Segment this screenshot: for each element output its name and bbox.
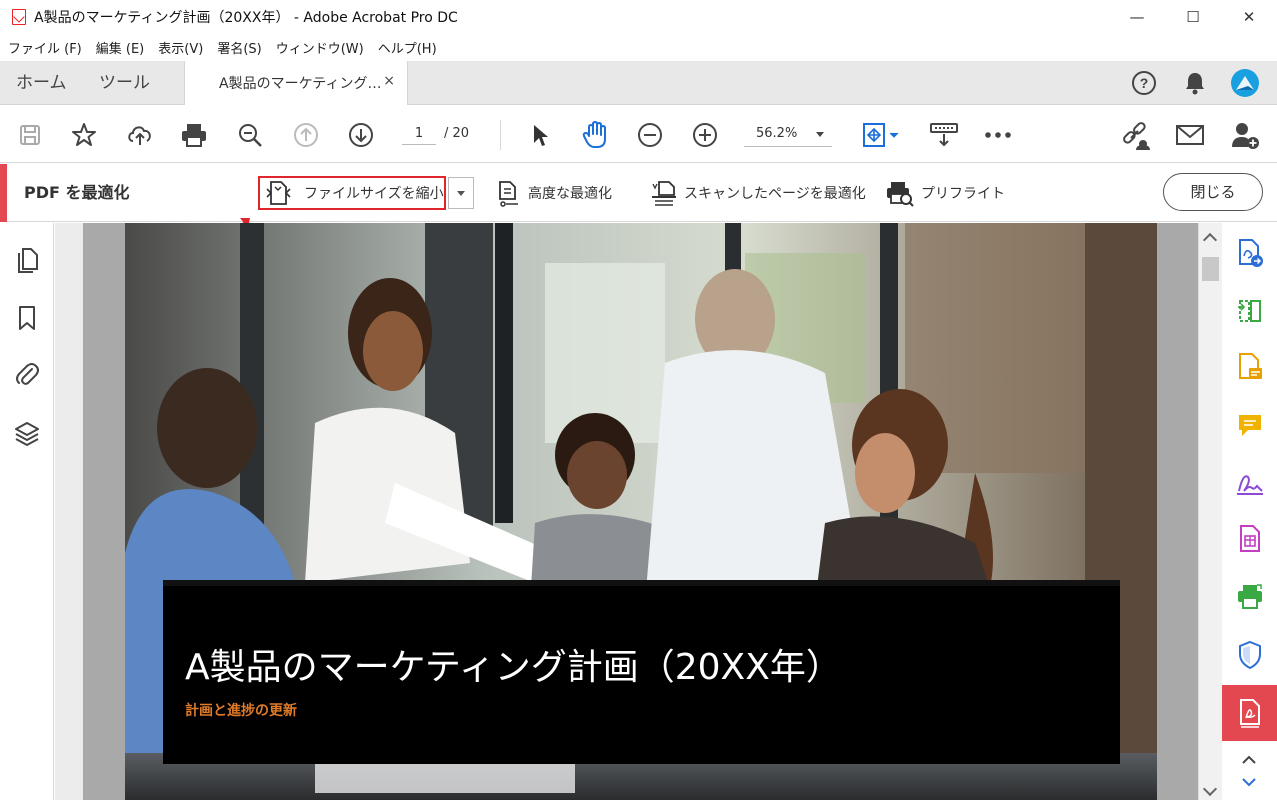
protect-icon[interactable] [1234, 639, 1266, 671]
preflight-label: プリフライト [921, 186, 1005, 202]
minimize-button[interactable]: — [1109, 0, 1165, 34]
save-icon[interactable] [14, 119, 46, 151]
svg-text:?: ? [1140, 75, 1149, 91]
hand-tool-icon[interactable] [579, 119, 611, 151]
scroll-down-arrow-icon[interactable] [1202, 781, 1218, 797]
menu-help[interactable]: ヘルプ(H) [371, 38, 444, 57]
vertical-scrollbar[interactable] [1198, 223, 1222, 800]
optimize-pdf-icon[interactable] [1234, 697, 1266, 729]
menu-edit[interactable]: 編集 (E) [89, 38, 152, 57]
rail-scroll-up-icon[interactable] [1240, 753, 1258, 767]
scroll-up-arrow-icon[interactable] [1202, 232, 1218, 248]
comment-icon[interactable] [1234, 409, 1266, 441]
next-page-icon[interactable] [345, 119, 377, 151]
window-controls: — ☐ ✕ [1109, 0, 1277, 34]
zoom-in-icon[interactable] [689, 119, 721, 151]
left-panel-gutter [55, 223, 83, 800]
scroll-thumb[interactable] [1202, 257, 1219, 281]
print-icon[interactable] [178, 119, 210, 151]
optimize-bar-accent [0, 164, 7, 222]
rail-scroll-down-icon[interactable] [1240, 775, 1258, 789]
acrobat-logo-icon [12, 9, 26, 25]
document-subtitle: 計画と進捗の更新 [185, 703, 297, 719]
previous-page-icon[interactable] [290, 119, 322, 151]
fill-sign-icon[interactable] [1234, 467, 1266, 499]
attachment-icon[interactable] [12, 359, 42, 389]
zoom-level-select[interactable]: 56.2% [744, 121, 832, 147]
left-navigation-rail [0, 223, 54, 800]
chevron-down-icon [816, 132, 824, 137]
advanced-optimize-icon [499, 181, 518, 207]
right-tools-rail [1222, 223, 1277, 800]
preflight-button[interactable]: プリフライト [885, 176, 1005, 210]
menu-view[interactable]: 表示(V) [151, 38, 210, 57]
fit-page-icon[interactable] [858, 119, 904, 151]
advanced-optimization-label: 高度な最適化 [528, 186, 612, 202]
advanced-optimization-button[interactable]: 高度な最適化 [494, 176, 612, 210]
maximize-button[interactable]: ☐ [1165, 0, 1221, 34]
zoom-level-value: 56.2% [756, 126, 798, 141]
reduce-file-size-dropdown[interactable] [448, 177, 474, 209]
window-title: A製品のマーケティング計画（20XX年） - Adobe Acrobat Pro… [34, 10, 458, 26]
close-window-button[interactable]: ✕ [1221, 0, 1277, 34]
tab-home[interactable]: ホーム [16, 61, 67, 105]
layers-icon[interactable] [12, 419, 42, 449]
notification-bell-icon[interactable] [1180, 68, 1210, 98]
zoom-search-icon[interactable] [234, 119, 266, 151]
document-view: A製品のマーケティング計画（20XX年） 計画と進捗の更新 [55, 223, 1198, 800]
tab-row: ホーム ツール A製品のマーケティング… × ? [0, 61, 1277, 105]
keyboard-scroll-icon[interactable] [928, 119, 960, 151]
document-tab-label: A製品のマーケティング… [219, 76, 382, 92]
help-icon[interactable]: ? [1129, 68, 1159, 98]
share-link-icon[interactable] [1119, 119, 1151, 151]
select-pointer-icon[interactable] [524, 119, 556, 151]
menu-bar: ファイル (F) 編集 (E) 表示(V) 署名(S) ウィンドウ(W) ヘルプ… [0, 34, 1277, 60]
document-title: A製品のマーケティング計画（20XX年） [185, 647, 842, 688]
pages-icon[interactable] [12, 245, 42, 275]
organize-pages-icon[interactable] [1234, 295, 1266, 327]
edit-pdf-icon[interactable] [1234, 351, 1266, 383]
close-tab-icon[interactable]: × [383, 73, 395, 89]
upload-cloud-icon[interactable] [124, 119, 156, 151]
tab-tools[interactable]: ツール [99, 61, 150, 105]
preflight-icon [887, 182, 914, 207]
account-avatar-icon[interactable] [1230, 68, 1260, 98]
title-bar: A製品のマーケティング計画（20XX年） - Adobe Acrobat Pro… [0, 0, 1277, 34]
reduce-file-size-label: ファイルサイズを縮小 [304, 186, 444, 202]
optimize-pdf-bar: PDF を最適化 ファイルサイズを縮小 高度な最適化 スキャンしたページを最適化… [0, 164, 1277, 222]
email-icon[interactable] [1174, 119, 1206, 151]
pdf-page: A製品のマーケティング計画（20XX年） 計画と進捗の更新 [125, 223, 1157, 800]
cover-title-panel: A製品のマーケティング計画（20XX年） 計画と進捗の更新 [163, 580, 1120, 764]
reduce-file-size-button[interactable]: ファイルサイズを縮小 [264, 176, 444, 210]
toolbar-divider [500, 120, 501, 150]
tab-document[interactable]: A製品のマーケティング… × [184, 61, 408, 105]
optimize-bar-title: PDF を最適化 [24, 183, 130, 202]
page-total-label: / 20 [444, 126, 470, 141]
bookmark-star-icon[interactable] [68, 119, 100, 151]
scanned-pages-icon [652, 181, 676, 206]
page-number-input[interactable]: 1 [402, 123, 436, 145]
zoom-out-icon[interactable] [634, 119, 666, 151]
reduce-file-size-icon [266, 181, 291, 205]
more-options-icon[interactable] [982, 119, 1014, 151]
add-user-icon[interactable] [1229, 119, 1261, 151]
menu-file[interactable]: ファイル (F) [0, 38, 89, 57]
main-toolbar: 1 / 20 56.2% [0, 106, 1277, 163]
optimize-scanned-pages-label: スキャンしたページを最適化 [684, 186, 866, 202]
bookmark-icon[interactable] [12, 303, 42, 333]
optimize-scanned-pages-button[interactable]: スキャンしたページを最適化 [650, 176, 866, 210]
menu-window[interactable]: ウィンドウ(W) [269, 38, 371, 57]
print-production-icon[interactable] [1234, 581, 1266, 613]
create-pdf-icon[interactable] [1234, 523, 1266, 555]
menu-sign[interactable]: 署名(S) [210, 38, 268, 57]
export-pdf-icon[interactable] [1234, 237, 1266, 269]
close-optimize-button[interactable]: 閉じる [1163, 173, 1263, 211]
